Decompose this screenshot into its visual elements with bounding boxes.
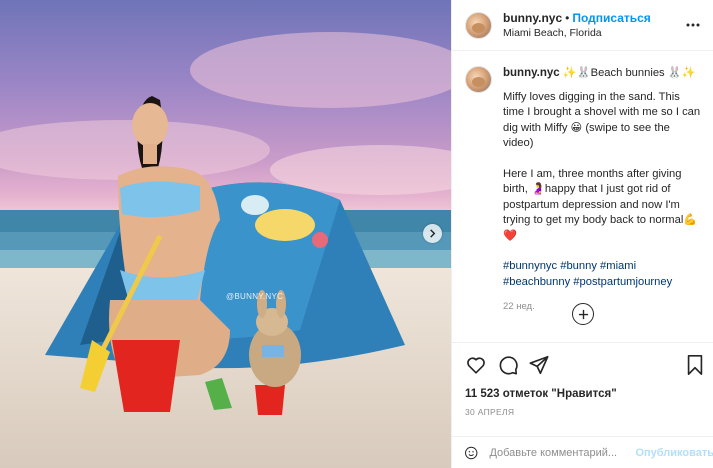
publish-button[interactable]: Опубликовать (635, 447, 713, 459)
caption-paragraph-1: Miffy loves digging in the sand. This ti… (503, 90, 701, 150)
like-button[interactable] (465, 354, 487, 376)
save-button[interactable] (685, 354, 707, 376)
caption-title: ✨🐰Beach bunnies 🐰✨ (562, 67, 696, 79)
beach-scene-image (0, 32, 451, 468)
username-link[interactable]: bunny.nyc (503, 11, 562, 25)
header-text: bunny.nyc • Подписаться Miami Beach, Flori… (503, 10, 651, 41)
actions-section: 11 523 отметок "Нравится" 30 АПРЕЛЯ Опуб… (452, 342, 713, 468)
heart-icon (467, 357, 485, 374)
photo-watermark: @BUNNY.NYC (226, 292, 284, 301)
location-link[interactable]: Miami Beach, Florida (503, 26, 651, 41)
action-icons (465, 354, 705, 376)
next-photo-button[interactable] (423, 224, 442, 243)
post-side-panel: bunny.nyc • Подписаться Miami Beach, Flori… (451, 0, 713, 468)
caption-paragraph-2: Here I am, three months after giving bir… (503, 167, 698, 242)
separator-dot: • (565, 10, 570, 25)
share-button[interactable] (528, 354, 550, 376)
caption-hashtags[interactable]: #bunnynyc #bunny #miami #beachbunny #pos… (503, 259, 703, 290)
post-date: 30 АПРЕЛЯ (465, 407, 515, 417)
chevron-right-icon (430, 229, 436, 238)
comment-button[interactable] (497, 354, 519, 376)
caption-avatar[interactable] (465, 66, 492, 93)
caption-time: 22 нед. (503, 301, 535, 312)
post-header: bunny.nyc • Подписаться Miami Beach, Flori… (452, 0, 713, 51)
comment-icon (499, 356, 518, 375)
follow-button[interactable]: Подписаться (572, 11, 650, 25)
smiley-icon[interactable] (464, 443, 478, 463)
comment-form: Опубликовать (452, 436, 713, 468)
post-photo[interactable]: @BUNNY.NYC (0, 0, 451, 468)
caption-body: bunny.nyc ✨🐰Beach bunnies 🐰✨ Miffy loves… (503, 66, 703, 315)
bookmark-icon (687, 355, 703, 375)
send-icon (529, 355, 549, 375)
caption-username[interactable]: bunny.nyc (503, 67, 560, 79)
caption: bunny.nyc ✨🐰Beach bunnies 🐰✨ Miffy loves… (465, 66, 705, 315)
comment-input[interactable] (489, 447, 630, 459)
load-more-comments-button[interactable] (572, 303, 594, 325)
more-options-button[interactable] (686, 18, 700, 32)
more-horizontal-icon (686, 23, 700, 27)
avatar[interactable] (465, 11, 492, 39)
plus-circle-icon (578, 309, 588, 319)
likes-count[interactable]: 11 523 отметок "Нравится" (465, 388, 617, 400)
